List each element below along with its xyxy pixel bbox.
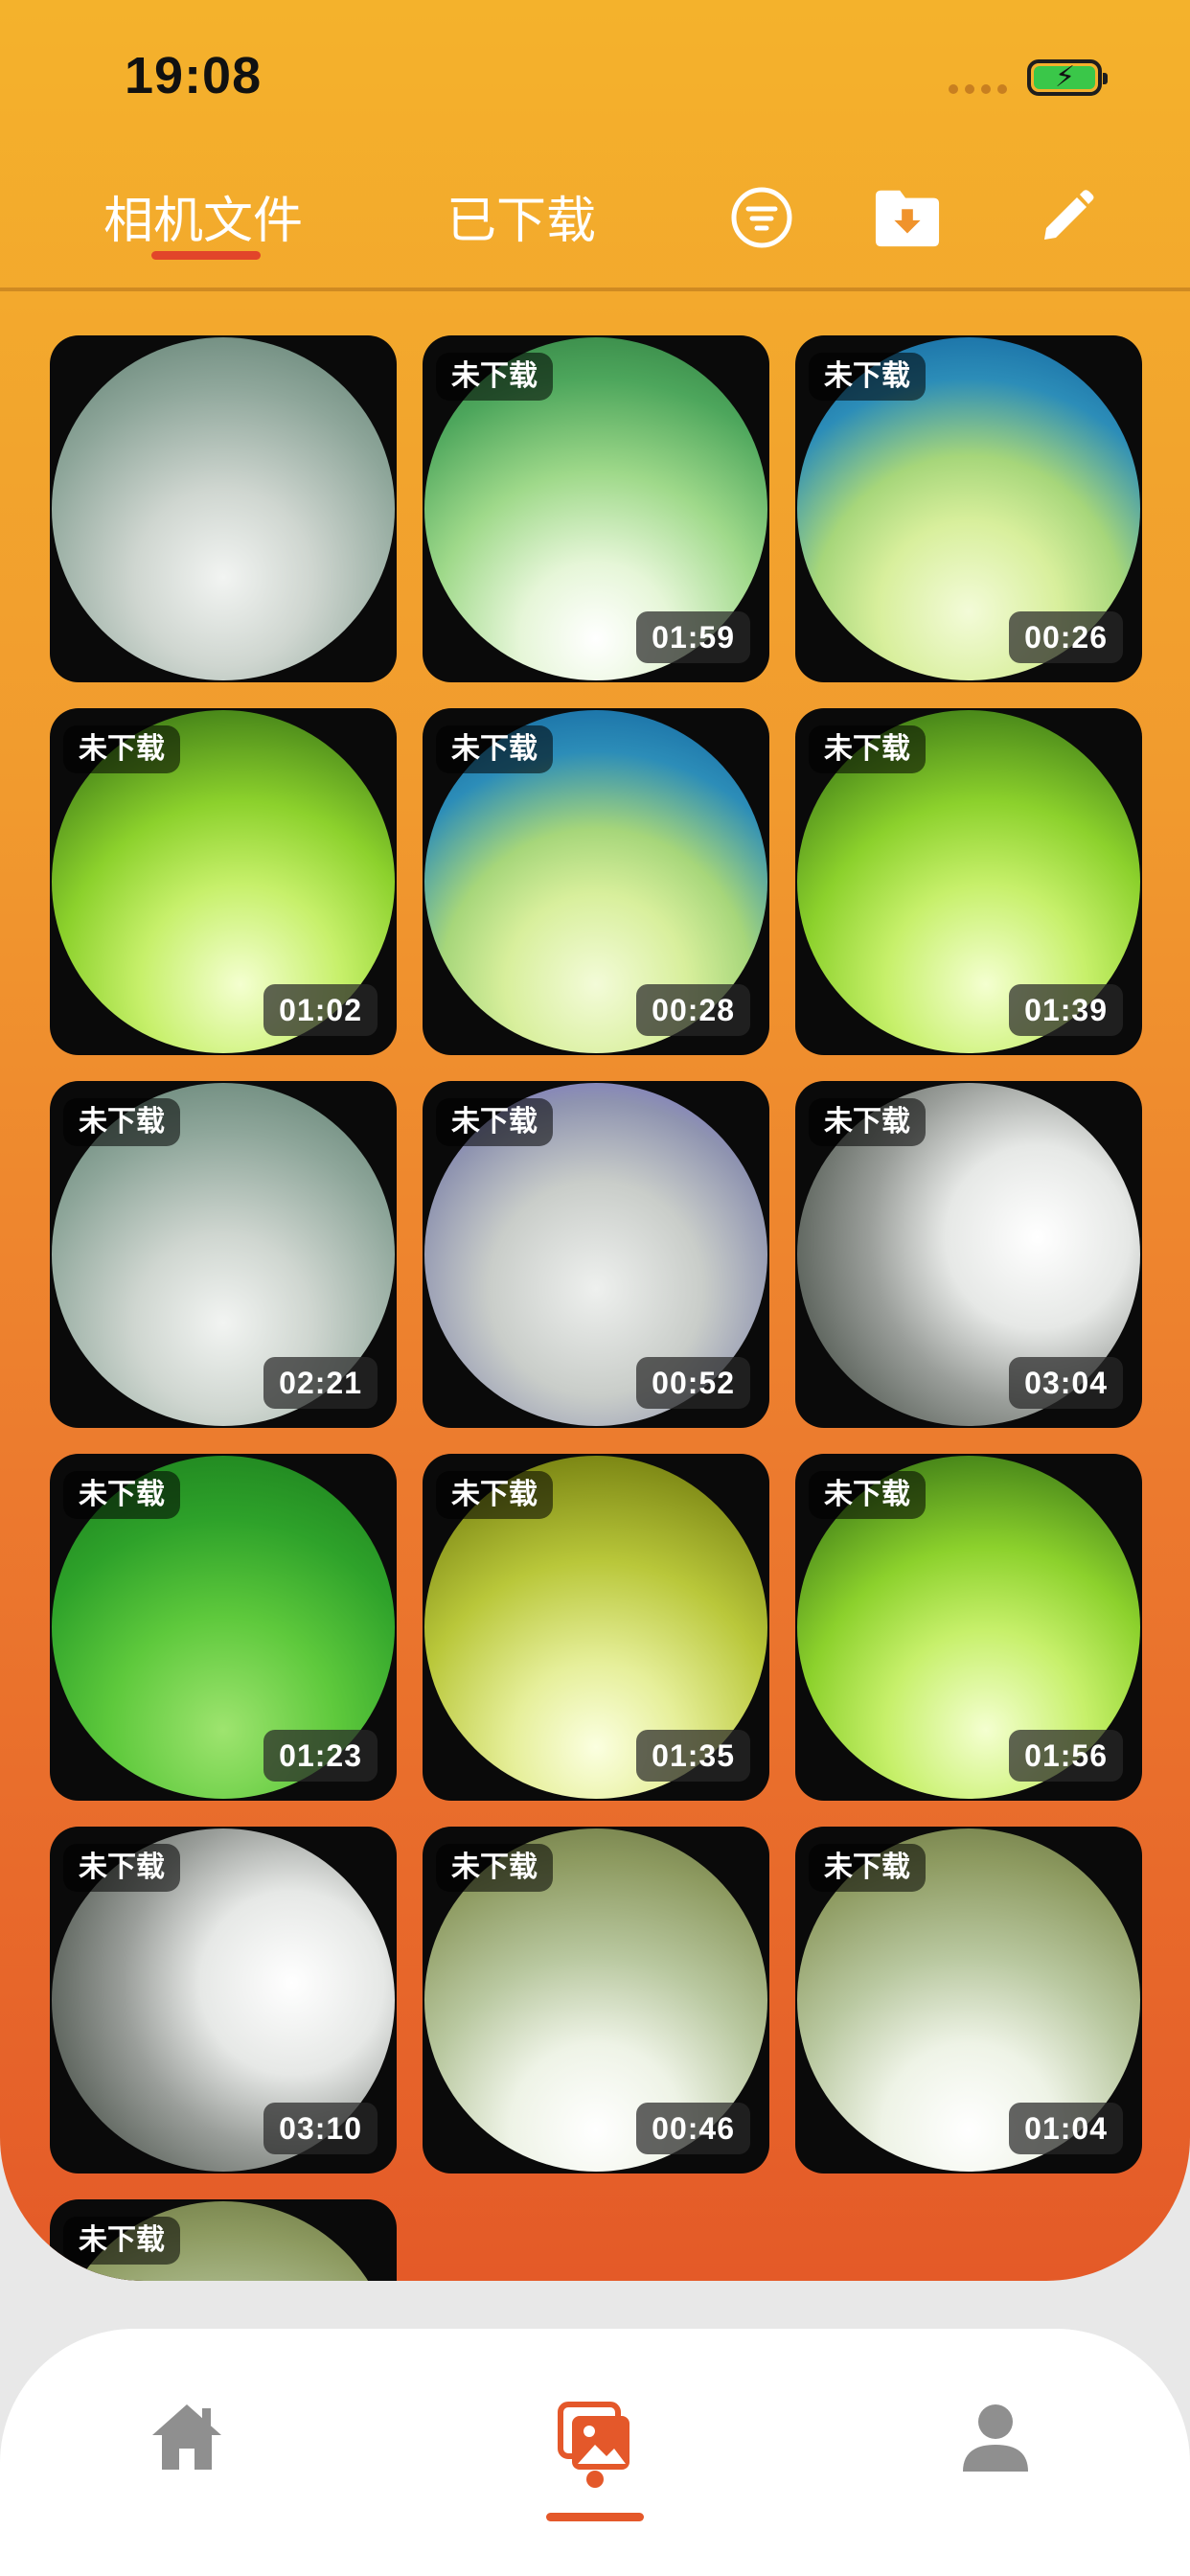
- file-thumbnail[interactable]: 未下载 01:35: [423, 1454, 769, 1801]
- video-duration: 01:23: [263, 1730, 378, 1782]
- file-thumbnail[interactable]: 未下载 03:04: [795, 1081, 1142, 1428]
- not-downloaded-badge: 未下载: [436, 353, 553, 401]
- file-thumbnail[interactable]: 未下载 01:23: [50, 1454, 397, 1801]
- not-downloaded-badge: 未下载: [809, 1844, 926, 1892]
- nav-profile[interactable]: [952, 2396, 1039, 2482]
- video-duration: 00:52: [636, 1357, 750, 1409]
- video-duration: 01:59: [636, 611, 750, 663]
- not-downloaded-badge: 未下载: [436, 1098, 553, 1146]
- not-downloaded-badge: 未下载: [809, 1471, 926, 1519]
- not-downloaded-badge: 未下载: [63, 2217, 180, 2265]
- battery-icon: ⚡: [1027, 59, 1108, 96]
- user-icon: [957, 2401, 1034, 2477]
- video-duration: 01:56: [1009, 1730, 1123, 1782]
- file-thumbnail[interactable]: 未下载: [50, 2199, 397, 2281]
- video-duration: 01:35: [636, 1730, 750, 1782]
- file-thumbnail[interactable]: 未下载 00:46: [423, 1827, 769, 2174]
- tab-camera-files[interactable]: 相机文件: [103, 180, 303, 252]
- header-divider: [0, 288, 1190, 291]
- gallery-icon: [557, 2401, 633, 2477]
- not-downloaded-badge: 未下载: [809, 725, 926, 773]
- not-downloaded-badge: 未下载: [436, 1844, 553, 1892]
- video-duration: 00:46: [636, 2103, 750, 2154]
- file-thumbnail[interactable]: 未下载 00:52: [423, 1081, 769, 1428]
- file-thumbnail[interactable]: 未下载 01:39: [795, 708, 1142, 1055]
- edit-pencil-icon[interactable]: [1033, 184, 1100, 251]
- nav-home[interactable]: [144, 2396, 230, 2482]
- file-thumbnail[interactable]: 未下载 01:04: [795, 1827, 1142, 2174]
- status-bar: 19:08 ⚡: [0, 0, 1190, 153]
- file-thumbnail[interactable]: 未下载 01:59: [423, 335, 769, 682]
- video-duration: 03:10: [263, 2103, 378, 2154]
- not-downloaded-badge: 未下载: [436, 725, 553, 773]
- not-downloaded-badge: 未下载: [63, 1098, 180, 1146]
- home-icon: [149, 2401, 225, 2477]
- video-duration: 00:26: [1009, 611, 1123, 663]
- active-tab-indicator: [151, 251, 261, 260]
- not-downloaded-badge: 未下载: [809, 353, 926, 401]
- not-downloaded-badge: 未下载: [63, 725, 180, 773]
- tab-downloaded[interactable]: 已下载: [446, 180, 596, 252]
- not-downloaded-badge: 未下载: [63, 1844, 180, 1892]
- bottom-navigation: [0, 2329, 1190, 2576]
- file-thumbnail[interactable]: 未下载 00:28: [423, 708, 769, 1055]
- video-duration: 02:21: [263, 1357, 378, 1409]
- file-thumbnail[interactable]: 未下载 02:21: [50, 1081, 397, 1428]
- video-duration: 01:39: [1009, 984, 1123, 1036]
- app-header-area: 19:08 ⚡ 相机文件 已下载 未下载 01:59 未下载 00:26 未下载 01:0…: [0, 0, 1190, 2281]
- video-duration: 00:28: [636, 984, 750, 1036]
- nav-active-dot: [586, 2471, 604, 2488]
- signal-icon: [949, 84, 1007, 94]
- status-time: 19:08: [125, 47, 263, 104]
- file-thumbnail[interactable]: 未下载 01:56: [795, 1454, 1142, 1801]
- file-thumbnail[interactable]: 未下载 00:26: [795, 335, 1142, 682]
- not-downloaded-badge: 未下载: [63, 1471, 180, 1519]
- thumbnail-image: [52, 337, 395, 680]
- file-thumbnail[interactable]: [50, 335, 397, 682]
- top-tabs: 相机文件 已下载: [0, 163, 1190, 288]
- nav-gallery[interactable]: [552, 2396, 638, 2482]
- file-thumbnail[interactable]: 未下载 03:10: [50, 1827, 397, 2174]
- download-folder-icon[interactable]: [874, 184, 941, 251]
- video-duration: 01:04: [1009, 2103, 1123, 2154]
- video-duration: 01:02: [263, 984, 378, 1036]
- not-downloaded-badge: 未下载: [809, 1098, 926, 1146]
- file-thumbnail[interactable]: 未下载 01:02: [50, 708, 397, 1055]
- filter-icon[interactable]: [728, 184, 795, 251]
- nav-active-indicator: [546, 2513, 644, 2521]
- video-duration: 03:04: [1009, 1357, 1123, 1409]
- not-downloaded-badge: 未下载: [436, 1471, 553, 1519]
